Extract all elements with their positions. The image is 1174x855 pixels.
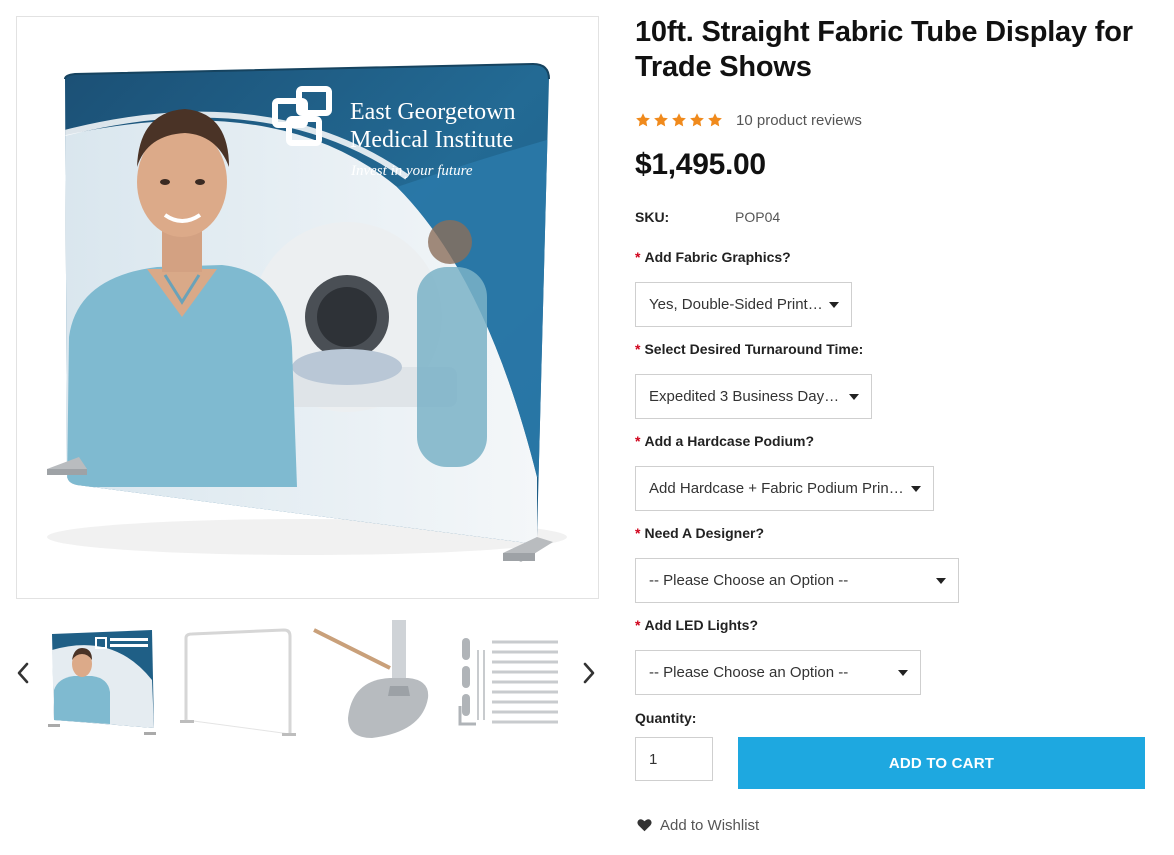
thumbnail-printed-banner[interactable]	[44, 620, 164, 744]
sku-label: SKU:	[635, 209, 670, 225]
star-icon	[636, 113, 650, 127]
heart-icon	[637, 819, 652, 832]
option-label-led-lights: * Add LED Lights?	[635, 617, 758, 633]
select-value: Add Hardcase + Fabric Podium Print [+...	[649, 480, 907, 497]
caret-down-icon	[829, 302, 839, 308]
banner-tagline: Invest in your future	[350, 163, 473, 179]
caret-down-icon	[849, 394, 859, 400]
wishlist-label: Add to Wishlist	[660, 816, 760, 834]
thumbnail-prev-button[interactable]	[9, 656, 37, 690]
star-icon	[708, 113, 722, 127]
select-value: Yes, Double-Sided Print +$...	[649, 296, 825, 313]
option-label-designer: * Need A Designer?	[635, 525, 764, 541]
required-marker: *	[635, 341, 641, 357]
option-label-hardcase-podium: * Add a Hardcase Podium?	[635, 433, 815, 449]
sku-value: POP04	[735, 209, 781, 225]
select-turnaround-time[interactable]: Expedited 3 Business Days [+...	[635, 374, 872, 419]
required-marker: *	[635, 617, 641, 633]
chevron-right-icon	[583, 662, 595, 684]
add-to-wishlist-link[interactable]: Add to Wishlist	[637, 815, 759, 835]
quantity-input[interactable]	[635, 737, 713, 781]
thumbnail-frame-parts[interactable]	[446, 620, 566, 744]
required-marker: *	[635, 249, 641, 265]
select-hardcase-podium[interactable]: Add Hardcase + Fabric Podium Print [+...	[635, 466, 934, 511]
thumbnail-next-button[interactable]	[575, 656, 603, 690]
star-icon	[654, 113, 668, 127]
rating-stars	[635, 112, 723, 128]
option-label-turnaround-time: * Select Desired Turnaround Time:	[635, 341, 864, 357]
select-designer[interactable]: -- Please Choose an Option --	[635, 558, 959, 603]
caret-down-icon	[936, 578, 946, 584]
select-led-lights[interactable]: -- Please Choose an Option --	[635, 650, 921, 695]
reviews-link[interactable]: 10 product reviews	[736, 112, 862, 129]
add-to-cart-button[interactable]: ADD TO CART	[738, 737, 1145, 789]
required-marker: *	[635, 433, 641, 449]
star-icon	[672, 113, 686, 127]
product-title: 10ft. Straight Fabric Tube Display for T…	[635, 16, 1133, 83]
star-icon	[690, 113, 704, 127]
caret-down-icon	[911, 486, 921, 492]
thumbnail-bare-frame[interactable]	[178, 620, 298, 744]
chevron-left-icon	[17, 662, 29, 684]
required-marker: *	[635, 525, 641, 541]
option-label-fabric-graphics: * Add Fabric Graphics?	[635, 249, 791, 265]
main-product-image[interactable]: East Georgetown Medical Institute Invest…	[16, 16, 599, 599]
select-value: Expedited 3 Business Days [+...	[649, 388, 845, 405]
banner-brand-line1: East Georgetown	[350, 99, 516, 125]
select-value: -- Please Choose an Option --	[649, 664, 849, 681]
product-price: $1,495.00	[635, 148, 766, 181]
select-fabric-graphics[interactable]: Yes, Double-Sided Print +$...	[635, 282, 852, 327]
quantity-label: Quantity:	[635, 710, 697, 726]
product-rating: 10 product reviews	[635, 109, 862, 131]
caret-down-icon	[898, 670, 908, 676]
thumbnail-base-foot[interactable]	[312, 620, 432, 744]
select-value: -- Please Choose an Option --	[649, 572, 849, 589]
banner-brand-line2: Medical Institute	[350, 127, 513, 153]
